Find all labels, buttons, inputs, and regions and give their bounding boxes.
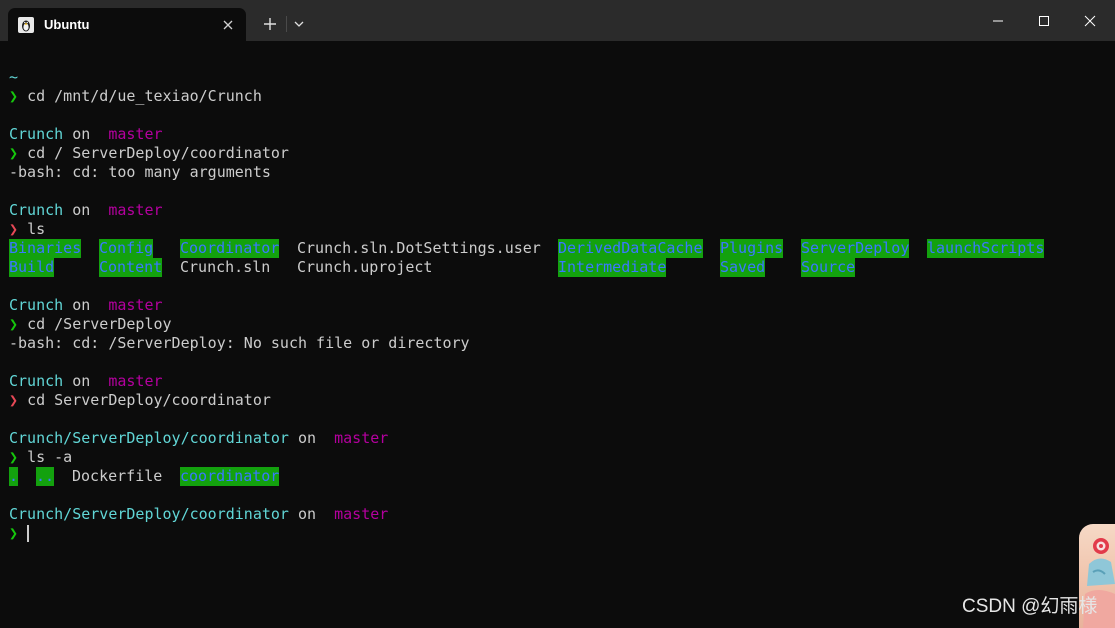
titlebar-separator <box>286 16 287 32</box>
command-line-2: ❯ cd / ServerDeploy/coordinator <box>9 144 289 163</box>
command-line-3: ❯ ls <box>9 220 45 239</box>
error-line-2: -bash: cd: too many arguments <box>9 163 271 181</box>
error-line-4: -bash: cd: /ServerDeploy: No such file o… <box>9 334 470 352</box>
command-line-6: ❯ ls -a <box>9 448 72 467</box>
ls-output-row-1: Binaries Config Coordinator Crunch.sln.D… <box>9 239 1109 258</box>
ls-a-output: . .. Dockerfile coordinator <box>9 467 409 486</box>
current-dir: Crunch/ServerDeploy/coordinator <box>9 429 289 447</box>
dir-entry: Saved <box>720 258 766 277</box>
terminal-output[interactable]: ~ ❯ cd /mnt/d/ue_texiao/Crunch Crunch on… <box>0 41 1115 628</box>
csdn-watermark: CSDN @幻雨様 <box>962 596 1098 617</box>
on-word: on <box>72 372 91 390</box>
command-line-5: ❯ cd ServerDeploy/coordinator <box>9 391 271 410</box>
on-word: on <box>72 296 91 314</box>
current-dir: Crunch <box>9 201 64 219</box>
dir-entry: Build <box>9 258 55 277</box>
command-line-4: ❯ cd /ServerDeploy <box>9 315 172 334</box>
git-branch: master <box>334 429 389 447</box>
dir-entry: Config <box>99 239 154 258</box>
git-branch: master <box>108 125 163 143</box>
command-line-1: ❯ cd /mnt/d/ue_texiao/Crunch <box>9 87 262 106</box>
prompt-symbol: ❯ <box>9 391 19 409</box>
prompt-header-7: Crunch/ServerDeploy/coordinator on maste… <box>9 505 388 524</box>
ls-output-row-2: Build Content Crunch.sln Crunch.uproject… <box>9 258 1109 277</box>
prompt-symbol: ❯ <box>9 448 19 466</box>
title-bar: Ubuntu <box>0 0 1115 41</box>
dir-entry: DerivedDataCache <box>558 239 703 258</box>
prompt-header-6: Crunch/ServerDeploy/coordinator on maste… <box>9 429 388 448</box>
current-dir: Crunch <box>9 372 64 390</box>
file-entry: Dockerfile <box>72 467 163 485</box>
active-prompt-line[interactable]: ❯ <box>9 524 18 543</box>
dir-entry: Intermediate <box>558 258 667 277</box>
current-dir: Crunch/ServerDeploy/coordinator <box>9 505 289 523</box>
command-text: cd /ServerDeploy <box>27 315 172 333</box>
tab-title: Ubuntu <box>44 17 90 32</box>
git-branch: master <box>334 505 389 523</box>
minimize-button[interactable] <box>975 0 1021 41</box>
dir-entry: . <box>9 467 19 486</box>
home-dir-line: ~ <box>9 68 19 86</box>
chevron-down-icon[interactable] <box>292 17 306 31</box>
maximize-icon <box>1039 15 1049 26</box>
on-word: on <box>72 125 91 143</box>
prompt-symbol: ❯ <box>9 144 19 162</box>
git-branch: master <box>108 201 163 219</box>
linux-penguin-icon <box>18 17 34 33</box>
prompt-symbol: ❯ <box>9 315 19 333</box>
dir-entry: Source <box>801 258 856 277</box>
on-word: on <box>298 505 317 523</box>
tab-ubuntu[interactable]: Ubuntu <box>8 8 246 41</box>
tab-close-icon[interactable] <box>220 17 236 33</box>
prompt-header-2: Crunch on master <box>9 125 163 144</box>
file-entry: Crunch.uproject <box>297 258 433 276</box>
prompt-header-3: Crunch on master <box>9 201 163 220</box>
text-cursor <box>27 525 29 542</box>
prompt-header-4: Crunch on master <box>9 296 163 315</box>
dir-entry: Content <box>99 258 163 277</box>
command-text: ls <box>27 220 46 238</box>
command-text: ls -a <box>27 448 73 466</box>
file-entry: Crunch.sln.DotSettings.user <box>297 239 541 257</box>
current-dir: Crunch <box>9 296 64 314</box>
git-branch: master <box>108 372 163 390</box>
dir-entry: Coordinator <box>180 239 280 258</box>
file-entry: Crunch.sln <box>180 258 271 276</box>
on-word: on <box>298 429 317 447</box>
current-dir: Crunch <box>9 125 64 143</box>
dir-entry: coordinator <box>180 467 280 486</box>
dir-entry: ServerDeploy <box>801 239 910 258</box>
prompt-symbol: ❯ <box>9 524 19 542</box>
on-word: on <box>72 201 91 219</box>
command-text: cd ServerDeploy/coordinator <box>27 391 271 409</box>
dir-entry: .. <box>36 467 55 486</box>
dir-entry: Binaries <box>9 239 82 258</box>
prompt-symbol: ❯ <box>9 87 19 105</box>
minimize-icon <box>993 20 1003 21</box>
dir-entry: Plugins <box>720 239 784 258</box>
prompt-header-5: Crunch on master <box>9 372 163 391</box>
new-tab-plus-icon[interactable] <box>261 15 279 33</box>
close-button[interactable] <box>1067 0 1113 41</box>
command-text: cd / ServerDeploy/coordinator <box>27 144 289 162</box>
git-branch: master <box>108 296 163 314</box>
dir-entry: launchScripts <box>927 239 1045 258</box>
prompt-symbol: ❯ <box>9 220 19 238</box>
command-text: cd /mnt/d/ue_texiao/Crunch <box>27 87 262 105</box>
close-icon <box>1084 15 1096 26</box>
maximize-button[interactable] <box>1021 0 1067 41</box>
